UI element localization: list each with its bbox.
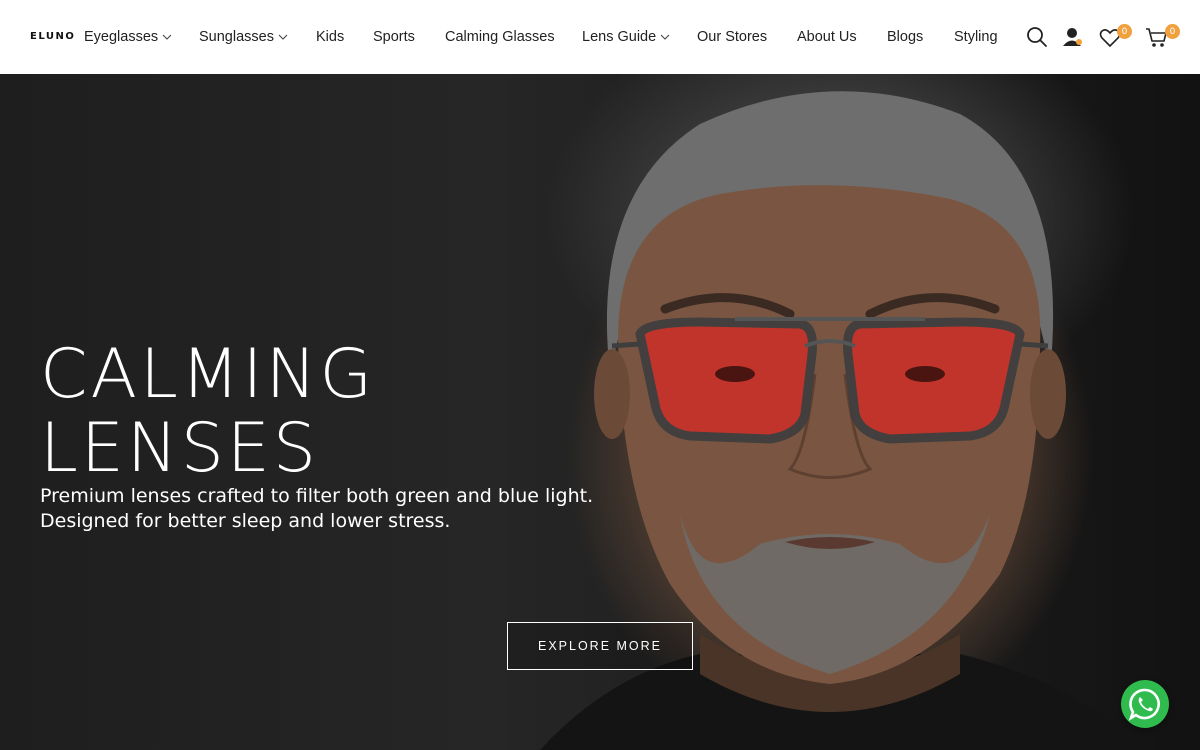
nav-item-eyeglasses[interactable]: Eyeglasses: [84, 28, 172, 46]
nav-item-label: Sunglasses: [199, 29, 274, 45]
nav-item-kids[interactable]: Kids: [316, 28, 344, 46]
nav-item-label: Lens Guide: [582, 29, 657, 45]
hero-title: CALMING LENSES: [40, 338, 375, 486]
whatsapp-icon: [1128, 688, 1160, 721]
nav-item-lens-guide[interactable]: Lens Guide: [582, 28, 670, 46]
hero-banner: CALMING LENSES Premium lenses crafted to…: [0, 74, 1200, 750]
nav-item-about-us[interactable]: About Us: [797, 28, 857, 46]
hero-subtitle: Premium lenses crafted to filter both gr…: [40, 484, 593, 534]
nav-item-label: Sports: [373, 29, 415, 45]
nav-item-label: About Us: [797, 29, 857, 45]
nav-item-our-stores[interactable]: Our Stores: [697, 28, 767, 46]
search-icon[interactable]: [1026, 26, 1048, 48]
nav-item-label: Kids: [316, 29, 345, 45]
hero-subtitle-line-1: Premium lenses crafted to filter both gr…: [40, 485, 594, 507]
nav-item-label: Our Stores: [697, 29, 768, 45]
hero-title-line-1: CALMING: [40, 335, 376, 414]
hero-subtitle-line-2: Designed for better sleep and lower stre…: [40, 510, 451, 532]
site-header: ELUNO Eyeglasses Sunglasses Kids Sports …: [0, 0, 1200, 74]
nav-item-calming-glasses[interactable]: Calming Glasses: [445, 28, 555, 46]
nav-item-styling[interactable]: Styling: [954, 28, 998, 46]
chevron-down-icon: [162, 34, 172, 40]
nav-item-label: Blogs: [887, 29, 924, 45]
explore-more-button[interactable]: EXPLORE MORE: [507, 622, 693, 670]
nav-item-sunglasses[interactable]: Sunglasses: [199, 28, 288, 46]
nav-item-label: Styling: [954, 29, 998, 45]
cart-count-badge: 0: [1165, 24, 1180, 39]
user-icon[interactable]: [1062, 26, 1084, 48]
nav-item-label: Eyeglasses: [84, 29, 159, 45]
wishlist-count-badge: 0: [1117, 24, 1132, 39]
nav-item-sports[interactable]: Sports: [373, 28, 415, 46]
nav-item-blogs[interactable]: Blogs: [887, 28, 923, 46]
brand-logo[interactable]: ELUNO: [30, 31, 75, 42]
whatsapp-button[interactable]: [1121, 680, 1169, 728]
chevron-down-icon: [660, 34, 670, 40]
nav-item-label: Calming Glasses: [445, 29, 555, 45]
chevron-down-icon: [278, 34, 288, 40]
hero-title-line-2: LENSES: [40, 409, 320, 488]
